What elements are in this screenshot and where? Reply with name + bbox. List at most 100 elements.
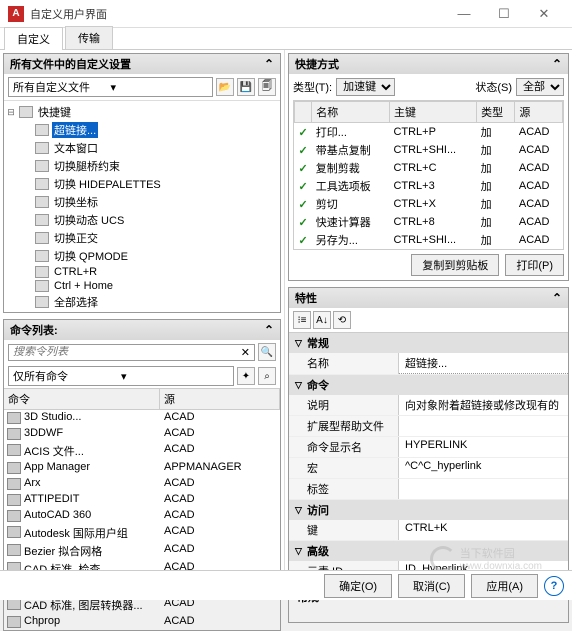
shortcut-row[interactable]: ✓工具选项板CTRL+3加ACAD xyxy=(295,177,563,195)
tree-item[interactable]: 切换坐标 xyxy=(22,193,278,211)
shortcut-row[interactable]: ✓剪切CTRL+X加ACAD xyxy=(295,195,563,213)
tree-item[interactable]: 切换腿桥约束 xyxy=(22,157,278,175)
command-row[interactable]: AutoCAD 360ACAD xyxy=(4,508,280,524)
search-input[interactable] xyxy=(13,346,241,358)
col-command[interactable]: 命令 xyxy=(4,389,160,409)
shortcut-table[interactable]: 名称 主键 类型 源 ✓打印...CTRL+P加ACAD✓带基点复制CTRL+S… xyxy=(293,100,564,250)
help-button[interactable]: ? xyxy=(544,576,564,596)
command-name: App Manager xyxy=(24,461,164,475)
shortcut-row[interactable]: ✓打印...CTRL+P加ACAD xyxy=(295,123,563,142)
command-icon xyxy=(7,478,21,490)
tree-item[interactable]: 切换动态 UCS xyxy=(22,211,278,229)
item-icon xyxy=(35,296,49,308)
prop-desc[interactable]: 说明向对象附着超链接或修改现有的 xyxy=(289,395,568,416)
shortcut-row[interactable]: ✓快速计算器CTRL+8加ACAD xyxy=(295,213,563,231)
sort-icon[interactable]: A↓ xyxy=(313,311,331,329)
open-file-icon[interactable]: 📂 xyxy=(216,78,234,96)
tree-item[interactable]: Ctrl + Home xyxy=(22,279,278,293)
save-file-icon[interactable]: 💾 xyxy=(237,78,255,96)
tree-item[interactable]: 切换 QPMODE xyxy=(22,247,278,265)
status-label: 状态(S) xyxy=(475,79,512,95)
shortcuts-panel: 快捷方式 ⌃ 类型(T): 加速键 状态(S) 全部 名称 主键 类型 源 xyxy=(288,53,569,281)
close-button[interactable]: ✕ xyxy=(524,6,564,22)
collapse-icon[interactable]: ⌃ xyxy=(264,323,274,337)
tab-transfer[interactable]: 传输 xyxy=(65,26,113,49)
type-select[interactable]: 加速键 xyxy=(336,78,395,96)
status-select[interactable]: 全部 xyxy=(516,78,564,96)
shortcut-row[interactable]: ✓带基点复制CTRL+SHI...加ACAD xyxy=(295,141,563,159)
minimize-button[interactable]: — xyxy=(444,6,484,21)
tree-item[interactable]: 切换 HIDEPALETTES xyxy=(22,175,278,193)
command-row[interactable]: 3D Studio...ACAD xyxy=(4,410,280,426)
cat-access[interactable]: ▽访问 xyxy=(289,500,568,520)
command-icon xyxy=(7,544,21,556)
copy-clipboard-button[interactable]: 复制到剪贴板 xyxy=(411,254,499,276)
command-filter-dropdown[interactable]: 仅所有命令 ▾ xyxy=(8,366,234,386)
command-source: APPMANAGER xyxy=(164,461,278,475)
maximize-button[interactable]: ☐ xyxy=(484,6,524,22)
properties-title: 特性 xyxy=(295,290,550,306)
command-filter-label: 仅所有命令 xyxy=(13,368,121,384)
prop-ext-help[interactable]: 扩展型帮助文件 xyxy=(289,416,568,437)
shortcut-row[interactable]: ✓另存为...CTRL+SHI...加ACAD xyxy=(295,231,563,249)
right-column: 快捷方式 ⌃ 类型(T): 加速键 状态(S) 全部 名称 主键 类型 源 xyxy=(285,50,572,600)
clear-search-icon[interactable]: ✕ xyxy=(241,346,250,359)
search-icon[interactable]: 🔍 xyxy=(258,343,276,361)
prop-macro[interactable]: 宏^C^C_hyperlink xyxy=(289,458,568,479)
cat-general[interactable]: ▽常规 xyxy=(289,333,568,353)
command-row[interactable]: ACIS 文件...ACAD xyxy=(4,442,280,460)
command-source: ACAD xyxy=(164,427,278,441)
col-key[interactable]: 主键 xyxy=(389,102,476,123)
sc-name: 快速计算器 xyxy=(312,213,390,231)
prop-key[interactable]: 键CTRL+K xyxy=(289,520,568,541)
main-area: 所有文件中的自定义设置 ⌃ 所有自定义文件 ▾ 📂 💾 🗐 ⊟ 快捷键 超链接.… xyxy=(0,50,572,600)
expand-icon[interactable]: ⊟ xyxy=(6,107,16,118)
collapse-icon[interactable]: ⌃ xyxy=(264,57,274,71)
command-name: 3D Studio... xyxy=(24,411,164,425)
shortcut-tree[interactable]: ⊟ 快捷键 超链接...文本窗口切换腿桥约束切换 HIDEPALETTES切换坐… xyxy=(4,101,280,312)
tree-item[interactable]: 全部选择 xyxy=(22,293,278,311)
shortcut-row[interactable]: ✓复制剪裁CTRL+C加ACAD xyxy=(295,159,563,177)
tree-item[interactable]: 切换正交 xyxy=(22,229,278,247)
ok-button[interactable]: 确定(O) xyxy=(324,574,392,598)
tree-item[interactable]: CTRL+R xyxy=(22,265,278,279)
prop-display-name[interactable]: 命令显示名HYPERLINK xyxy=(289,437,568,458)
col-name[interactable]: 名称 xyxy=(312,102,390,123)
col-src[interactable]: 源 xyxy=(515,102,563,123)
reset-icon[interactable]: ⟲ xyxy=(333,311,351,329)
cat-advanced[interactable]: ▽高级 xyxy=(289,541,568,561)
command-row[interactable]: Bezier 拟合网格ACAD xyxy=(4,542,280,560)
tree-item[interactable]: 超链接... xyxy=(22,121,278,139)
command-source: ACAD xyxy=(164,543,278,559)
sc-src: ACAD xyxy=(515,213,563,231)
properties-grid[interactable]: ▽常规 名称超链接... ▽命令 说明向对象附着超链接或修改现有的 扩展型帮助文… xyxy=(289,333,568,582)
command-row[interactable]: Autodesk 国际用户组ACAD xyxy=(4,524,280,542)
command-row[interactable]: 3DDWFACAD xyxy=(4,426,280,442)
tree-item[interactable]: 文本窗口 xyxy=(22,139,278,157)
collapse-icon[interactable]: ⌃ xyxy=(552,291,562,305)
command-icon xyxy=(7,616,21,628)
tab-custom[interactable]: 自定义 xyxy=(4,27,63,50)
col-source[interactable]: 源 xyxy=(160,389,280,409)
command-row[interactable]: App ManagerAPPMANAGER xyxy=(4,460,280,476)
search-box[interactable]: ✕ xyxy=(8,344,255,361)
prop-tag[interactable]: 标签 xyxy=(289,479,568,500)
categorize-icon[interactable]: ⁝≡ xyxy=(293,311,311,329)
new-command-icon[interactable]: ✦ xyxy=(237,367,255,385)
command-row[interactable]: ChpropACAD xyxy=(4,614,280,630)
files-dropdown[interactable]: 所有自定义文件 ▾ xyxy=(8,77,213,97)
properties-toolbar: ⁝≡ A↓ ⟲ xyxy=(289,308,568,333)
apply-button[interactable]: 应用(A) xyxy=(471,574,538,598)
find-icon[interactable]: ⌕ xyxy=(258,367,276,385)
print-button[interactable]: 打印(P) xyxy=(505,254,564,276)
tree-root[interactable]: ⊟ 快捷键 xyxy=(6,103,278,121)
col-type[interactable]: 类型 xyxy=(477,102,515,123)
tree-item[interactable]: 复制剪裁 xyxy=(22,311,278,312)
view-icon[interactable]: 🗐 xyxy=(258,78,276,96)
cancel-button[interactable]: 取消(C) xyxy=(398,574,465,598)
prop-name[interactable]: 名称超链接... xyxy=(289,353,568,375)
collapse-icon[interactable]: ⌃ xyxy=(552,57,562,71)
command-row[interactable]: ATTIPEDITACAD xyxy=(4,492,280,508)
command-row[interactable]: ArxACAD xyxy=(4,476,280,492)
cat-command[interactable]: ▽命令 xyxy=(289,375,568,395)
